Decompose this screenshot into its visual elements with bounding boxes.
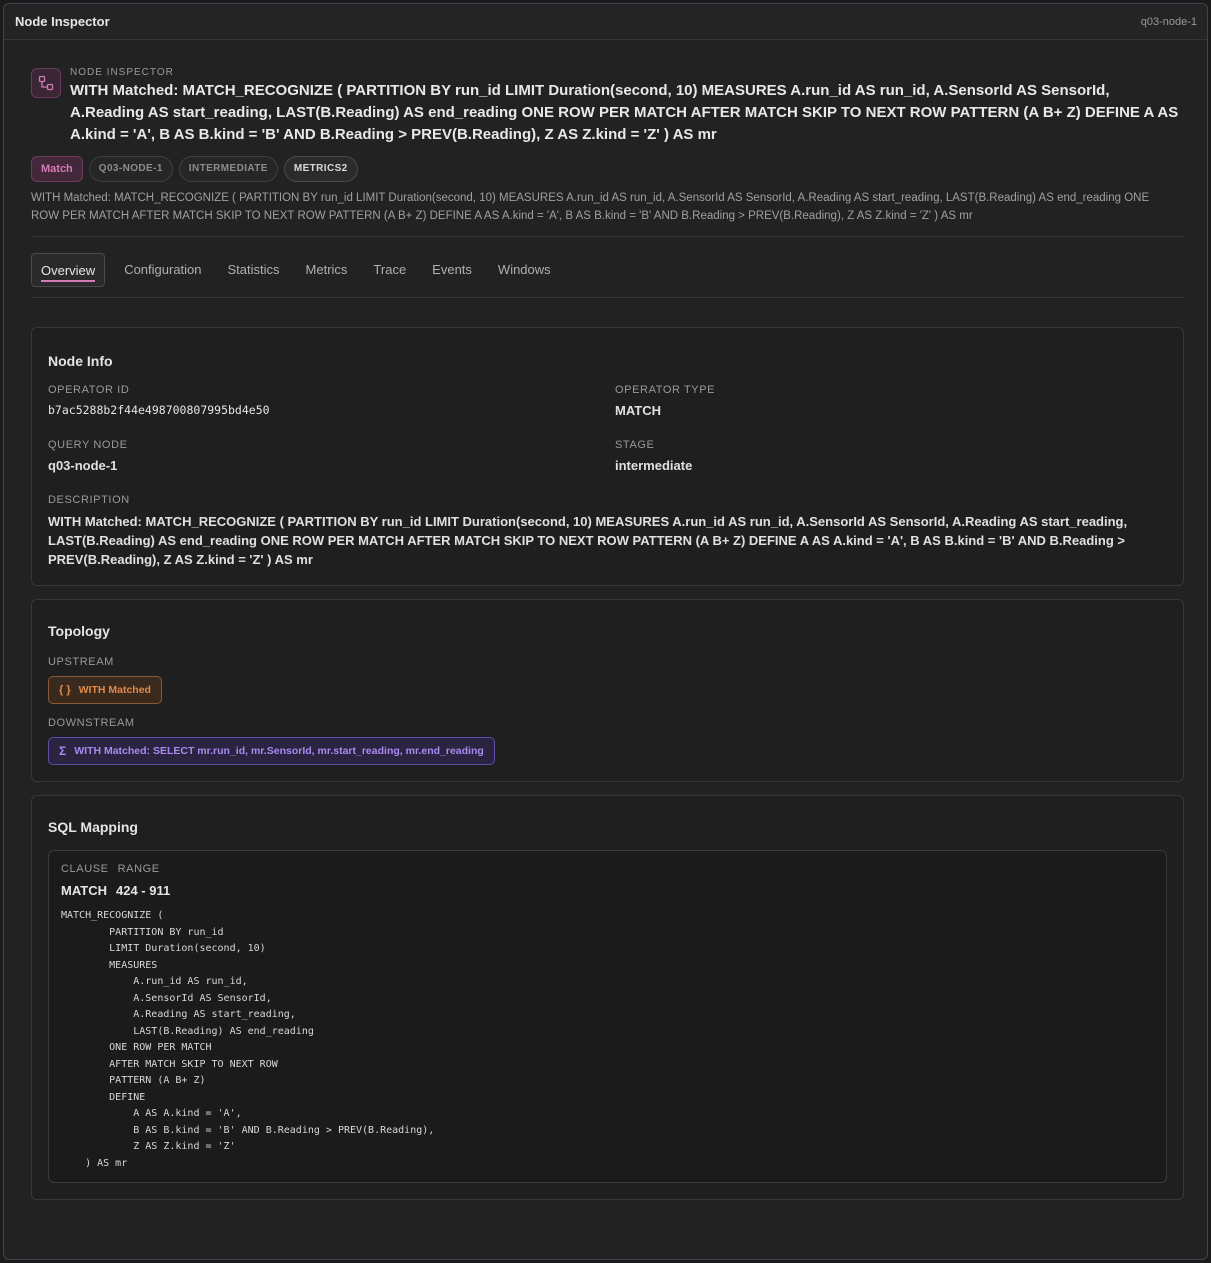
description-value: WITH Matched: MATCH_RECOGNIZE ( PARTITIO… — [48, 514, 1128, 567]
operator-id-value: b7ac5288b2f44e498700807995bd4e50 — [48, 403, 270, 417]
upstream-node-label: WITH Matched — [78, 684, 151, 696]
description-label: DESCRIPTION — [48, 494, 130, 506]
clause-header: CLAUSE — [61, 863, 109, 875]
downstream-node-label: WITH Matched: SELECT mr.run_id, mr.Senso… — [74, 745, 484, 757]
node-inspector-window: Node Inspector q03-node-1 NODE INSPECTOR… — [3, 3, 1208, 1260]
tab-divider — [31, 297, 1184, 298]
clause-value: MATCH — [61, 883, 107, 898]
inspector-content: NODE INSPECTOR WITH Matched: MATCH_RECOG… — [4, 67, 1207, 1200]
node-id-badge: Q03-NODE-1 — [88, 156, 173, 182]
sql-clause-row: MATCH 424 - 911 — [61, 883, 1154, 898]
sigma-icon: Σ — [59, 744, 67, 758]
tab-events[interactable]: Events — [419, 253, 485, 287]
operator-type-label: OPERATOR TYPE — [615, 384, 716, 396]
sql-column-headers: CLAUSE RANGE — [61, 863, 1154, 875]
window-node-id: q03-node-1 — [1140, 15, 1197, 28]
upstream-node-chip[interactable]: { } WITH Matched — [48, 676, 162, 704]
tab-configuration[interactable]: Configuration — [111, 253, 214, 287]
topology-card: Topology UPSTREAM { } WITH Matched DOWNS… — [31, 599, 1184, 782]
downstream-label: DOWNSTREAM — [48, 717, 135, 729]
node-title: WITH Matched: MATCH_RECOGNIZE ( PARTITIO… — [70, 82, 1179, 143]
header-eyebrow: NODE INSPECTOR — [70, 67, 174, 78]
upstream-label: UPSTREAM — [48, 656, 114, 668]
node-graph-icon — [31, 68, 61, 98]
node-info-grid: OPERATOR ID b7ac5288b2f44e498700807995bd… — [48, 384, 1167, 494]
stage-badge: INTERMEDIATE — [178, 156, 278, 182]
badge-row: Match Q03-NODE-1 INTERMEDIATE METRICS2 — [31, 156, 1184, 182]
sql-mapping-card: SQL Mapping CLAUSE RANGE MATCH 424 - 911 M… — [31, 795, 1184, 1200]
sql-code-block: MATCH_RECOGNIZE ( PARTITION BY run_id LI… — [61, 910, 435, 1169]
query-node-label: QUERY NODE — [48, 439, 128, 451]
stage-label: STAGE — [615, 439, 655, 451]
braces-icon: { } — [59, 684, 71, 696]
sql-mapping-box: CLAUSE RANGE MATCH 424 - 911 MATCH_RECOGNI… — [48, 850, 1167, 1183]
operator-type-value: MATCH — [615, 403, 661, 418]
tab-bar: Overview Configuration Statistics Metric… — [31, 252, 1184, 288]
tab-overview[interactable]: Overview — [31, 253, 106, 287]
tab-trace[interactable]: Trace — [360, 253, 419, 287]
node-info-card: Node Info OPERATOR ID b7ac5288b2f44e4987… — [31, 327, 1184, 586]
downstream-node-chip[interactable]: Σ WITH Matched: SELECT mr.run_id, mr.Sen… — [48, 737, 495, 765]
tab-windows[interactable]: Windows — [485, 253, 564, 287]
title-bar: Node Inspector q03-node-1 — [4, 4, 1207, 40]
stage-value: intermediate — [615, 458, 693, 473]
tab-statistics[interactable]: Statistics — [215, 253, 293, 287]
topology-title: Topology — [48, 623, 110, 639]
node-info-title: Node Info — [48, 353, 113, 369]
window-title: Node Inspector — [15, 14, 110, 29]
operator-id-label: OPERATOR ID — [48, 384, 130, 396]
sql-mapping-title: SQL Mapping — [48, 819, 138, 835]
query-node-value: q03-node-1 — [48, 458, 118, 473]
header-divider — [31, 236, 1184, 237]
operator-badge: Match — [31, 156, 83, 182]
tab-metrics[interactable]: Metrics — [293, 253, 361, 287]
range-value: 424 - 911 — [115, 883, 171, 898]
metrics-badge: METRICS2 — [283, 156, 358, 182]
node-description: WITH Matched: MATCH_RECOGNIZE ( PARTITIO… — [31, 192, 1150, 222]
range-header: RANGE — [117, 863, 160, 875]
node-header: NODE INSPECTOR WITH Matched: MATCH_RECOG… — [31, 67, 1184, 146]
